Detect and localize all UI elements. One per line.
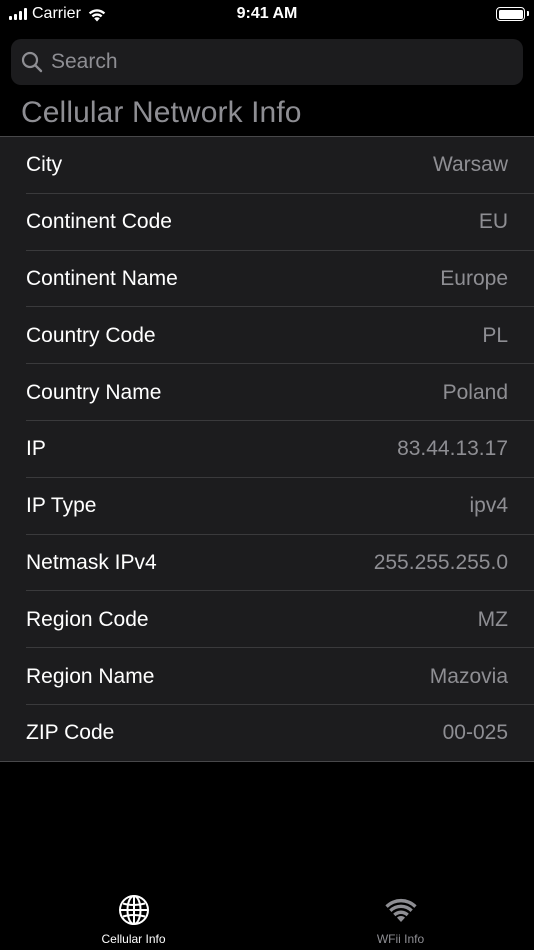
battery-fill <box>498 9 523 19</box>
row-label: IP <box>26 437 46 461</box>
row-zip-code[interactable]: ZIP Code 00-025 <box>0 705 534 762</box>
row-country-name[interactable]: Country Name Poland <box>0 364 534 421</box>
tab-wifi-info[interactable]: WFii Info <box>267 894 534 946</box>
row-value: MZ <box>477 607 508 631</box>
row-region-code[interactable]: Region Code MZ <box>0 591 534 648</box>
status-time: 9:41 AM <box>236 5 298 22</box>
row-continent-code[interactable]: Continent Code EU <box>0 194 534 251</box>
list-bottom-divider <box>0 761 534 762</box>
row-label: Continent Name <box>26 266 178 290</box>
tab-label: Cellular Info <box>101 932 166 946</box>
row-value: 00-025 <box>442 721 508 745</box>
row-value: Warsaw <box>432 153 508 177</box>
row-netmask-ipv4[interactable]: Netmask IPv4 255.255.255.0 <box>0 535 534 592</box>
row-city[interactable]: City Warsaw <box>0 137 534 194</box>
row-label: Country Code <box>26 323 156 347</box>
tab-label: WFii Info <box>376 932 425 946</box>
tab-cellular-info[interactable]: Cellular Info <box>0 894 267 946</box>
globe-icon <box>118 895 149 925</box>
status-bar: Carrier 9:41 AM <box>0 0 534 30</box>
battery-icon <box>496 7 525 21</box>
info-list: City Warsaw Continent Code EU Continent … <box>0 137 534 762</box>
row-label: Region Name <box>26 664 155 688</box>
screen: Carrier 9:41 AM Search Cellular Network … <box>0 0 534 950</box>
row-country-code[interactable]: Country Code PL <box>0 307 534 364</box>
row-label: Country Name <box>26 380 162 404</box>
section-title: Cellular Network Info <box>21 96 302 129</box>
wifi-icon <box>384 898 417 922</box>
search-bar[interactable]: Search <box>11 39 523 85</box>
row-value: EU <box>478 210 508 234</box>
row-ip[interactable]: IP 83.44.13.17 <box>0 421 534 478</box>
row-value: Mazovia <box>429 664 508 688</box>
row-label: City <box>26 153 63 177</box>
row-value: ipv4 <box>469 494 508 518</box>
row-label: Continent Code <box>26 210 172 234</box>
battery-tip <box>527 11 529 16</box>
tab-bar: Cellular Info WFii Info <box>0 880 534 950</box>
search-input-placeholder[interactable]: Search <box>51 50 118 74</box>
row-value: Europe <box>440 266 508 290</box>
row-value: Poland <box>442 380 508 404</box>
row-label: Region Code <box>26 607 149 631</box>
row-label: ZIP Code <box>26 721 115 745</box>
row-continent-name[interactable]: Continent Name Europe <box>0 251 534 308</box>
row-label: IP Type <box>26 494 97 518</box>
row-value: PL <box>482 323 508 347</box>
row-value: 83.44.13.17 <box>397 437 508 461</box>
row-value: 255.255.255.0 <box>373 550 508 574</box>
row-region-name[interactable]: Region Name Mazovia <box>0 648 534 705</box>
row-ip-type[interactable]: IP Type ipv4 <box>0 478 534 535</box>
row-label: Netmask IPv4 <box>26 550 157 574</box>
search-icon <box>21 51 43 73</box>
